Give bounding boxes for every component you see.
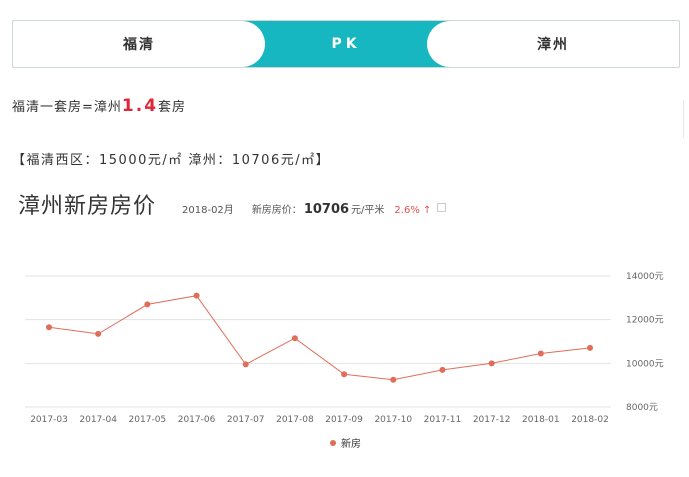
city-right-tab[interactable]: 漳州 — [427, 21, 679, 67]
y-tick-label: 12000元 — [626, 316, 664, 326]
series-line — [48, 295, 591, 381]
x-tick-label: 2017-09 — [325, 415, 363, 425]
chart-price-label: 新房房价： — [251, 205, 302, 216]
x-axis-ticks: 2017-03 2017-04 2017-05 2017-06 2017-07 2017-… — [30, 415, 609, 425]
series-points-layer — [46, 292, 593, 383]
equation-prefix: 福清一套房=漳州 — [12, 100, 122, 115]
city-compare-bar: 福清 PK 漳州 — [12, 20, 680, 68]
x-tick-label: 2018-02 — [571, 415, 609, 425]
price-line-chart: 8000元10000元12000元14000元 2017-03 2017-04 20… — [25, 272, 664, 450]
chart-header: 漳州新房房价 2018-02月 新房房价： 10706 元/平米 2.6% ↑ — [18, 188, 447, 219]
data-point — [488, 360, 495, 367]
data-point — [242, 361, 249, 368]
data-point — [439, 366, 446, 373]
chart-price-change: 2.6% ↑ — [394, 205, 432, 216]
y-axis-ticks: 8000元 10000元 12000元 14000元 — [626, 272, 664, 413]
equation-suffix: 套房 — [158, 100, 187, 115]
x-tick-label: 2017-03 — [30, 415, 68, 425]
chart-title: 漳州新房房价 — [18, 194, 157, 219]
chart-price-unit: 元/平米 — [351, 205, 385, 216]
x-tick-label: 2017-10 — [374, 415, 412, 425]
data-point — [587, 344, 593, 351]
y-tick-label: 14000元 — [626, 272, 664, 282]
city-left-label: 福清 — [123, 37, 155, 53]
series-line-layer — [48, 295, 591, 381]
x-tick-label: 2017-12 — [473, 415, 511, 425]
chart-date: 2018-02月 — [182, 205, 234, 216]
x-tick-label: 2017-08 — [276, 415, 314, 425]
x-tick-label: 2017-04 — [79, 415, 117, 425]
data-point — [46, 324, 52, 331]
chart-options-icon[interactable] — [437, 203, 447, 212]
chart-price-value: 10706 — [303, 202, 350, 217]
data-point — [341, 371, 348, 378]
price-comparison-text: 【福清西区：15000元/㎡ 漳州：10706元/㎡】 — [12, 153, 331, 168]
data-point — [95, 330, 102, 337]
x-tick-label: 2018-01 — [522, 415, 560, 425]
edge-divider — [683, 100, 684, 138]
pk-label: PK — [331, 36, 361, 52]
data-point — [291, 335, 298, 342]
data-point — [144, 301, 151, 308]
x-tick-label: 2017-07 — [227, 415, 265, 425]
y-tick-label: 8000元 — [626, 403, 658, 413]
city-left-tab[interactable]: 福清 — [13, 21, 265, 67]
chart-grid — [25, 275, 611, 408]
x-tick-label: 2017-11 — [424, 415, 462, 425]
x-tick-label: 2017-06 — [178, 415, 216, 425]
y-tick-label: 10000元 — [626, 359, 664, 369]
legend-label: 新房 — [341, 437, 361, 450]
equation-ratio: 1.4 — [121, 96, 159, 116]
data-point — [193, 292, 200, 299]
x-tick-label: 2017-05 — [129, 415, 167, 425]
data-point — [390, 376, 397, 383]
house-equivalence-text: 福清一套房=漳州1.4套房 — [12, 96, 186, 116]
chart-legend: 新房 — [330, 437, 361, 450]
legend-marker — [330, 440, 336, 446]
data-point — [537, 350, 544, 357]
city-right-label: 漳州 — [537, 37, 569, 53]
